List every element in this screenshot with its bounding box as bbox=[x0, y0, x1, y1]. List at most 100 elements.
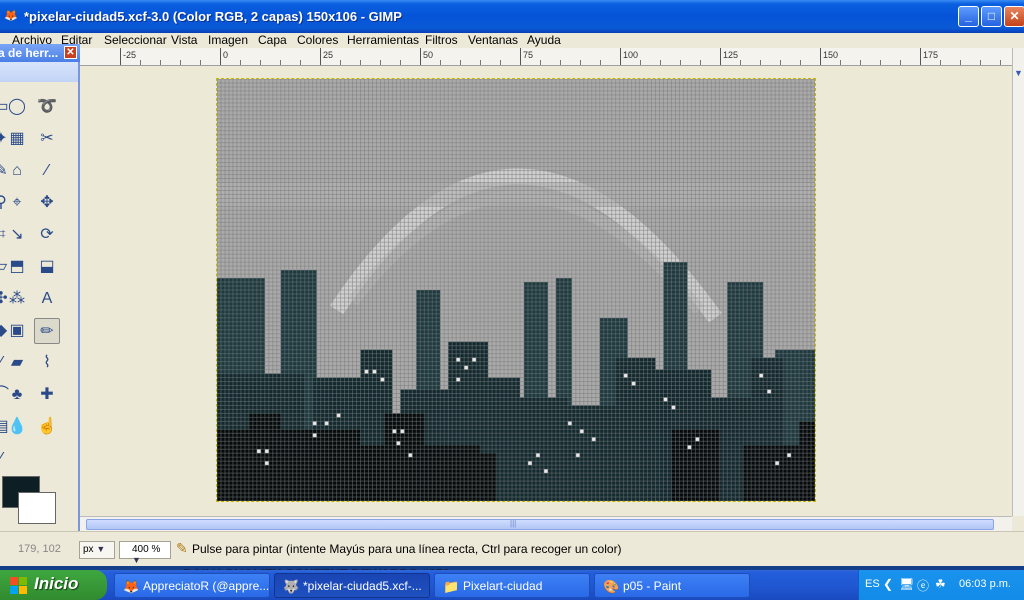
ruler-tick bbox=[920, 48, 921, 65]
toolbox-close-button[interactable]: ✕ bbox=[64, 46, 77, 59]
chevron-down-icon: ▼ bbox=[96, 544, 106, 554]
ruler-subtick bbox=[180, 60, 181, 65]
ruler-subtick bbox=[800, 60, 801, 65]
title-bar: 🦊 *pixelar-ciudad5.xcf-3.0 (Color RGB, 2… bbox=[0, 0, 1024, 33]
maximize-button[interactable]: □ bbox=[981, 6, 1002, 27]
scroll-grip-icon: ||| bbox=[510, 519, 517, 528]
system-tray: ES ❮ 🖥 ⓔ ☘ 06:03 p.m. bbox=[858, 570, 1024, 600]
ruler-subtick bbox=[900, 60, 901, 65]
scissors-icon[interactable]: ✂ bbox=[34, 126, 60, 152]
clone-icon[interactable]: ♣ bbox=[4, 382, 30, 408]
menu-herramientas[interactable]: Herramientas bbox=[347, 33, 419, 47]
ruler-label: 25 bbox=[323, 50, 334, 60]
color-picker-icon[interactable]: ⁄ bbox=[34, 158, 60, 184]
ruler-subtick bbox=[560, 60, 561, 65]
menu-seleccionar[interactable]: Seleccionar bbox=[104, 33, 167, 47]
ruler-subtick bbox=[460, 60, 461, 65]
horizontal-ruler[interactable]: -25 0 25 50 75 100 125 150 175 bbox=[80, 48, 1012, 66]
language-indicator[interactable]: ES bbox=[865, 578, 880, 590]
compass-icon[interactable]: ⌖ bbox=[4, 190, 30, 216]
menu-vista[interactable]: Vista bbox=[171, 33, 197, 47]
ruler-subtick bbox=[680, 60, 681, 65]
pixel-art-canvas[interactable] bbox=[216, 78, 816, 502]
clock: 06:03 p.m. bbox=[959, 578, 1011, 590]
zoom-value: 400 % bbox=[132, 544, 161, 555]
menu-capa[interactable]: Capa bbox=[258, 33, 287, 47]
close-button[interactable]: ✕ bbox=[1004, 6, 1024, 27]
task-firefox[interactable]: 🦊 AppreciatoR (@appre... bbox=[114, 573, 270, 598]
task-gimp[interactable]: 🐺 *pixelar-ciudad5.xcf-... bbox=[274, 573, 430, 598]
scrollbar-thumb[interactable] bbox=[86, 519, 994, 530]
menu-ayuda[interactable]: Ayuda bbox=[527, 33, 561, 47]
ie-icon[interactable]: ⓔ bbox=[917, 577, 929, 594]
zoom-selector[interactable]: 400 % ▼ bbox=[119, 541, 171, 565]
menu-filtros[interactable]: Filtros bbox=[425, 33, 458, 47]
ruler-label: 175 bbox=[923, 50, 939, 60]
color-select-icon[interactable]: ▦ bbox=[4, 126, 30, 152]
ruler-subtick bbox=[540, 60, 541, 65]
window-title: *pixelar-ciudad5.xcf-3.0 (Color RGB, 2 c… bbox=[24, 9, 402, 24]
minimize-button[interactable]: _ bbox=[958, 6, 979, 27]
gimp-app-icon[interactable]: 🦊 bbox=[4, 9, 20, 25]
ruler-label: 150 bbox=[823, 50, 839, 60]
vertical-scrollbar[interactable]: ▼ bbox=[1012, 48, 1024, 516]
ruler-label: 75 bbox=[523, 50, 534, 60]
ruler-tick bbox=[620, 48, 621, 65]
lasso-icon[interactable]: ➰ bbox=[34, 94, 60, 120]
blur-icon[interactable]: 💧 bbox=[4, 414, 30, 440]
background-color-swatch[interactable] bbox=[18, 492, 56, 524]
ruler-subtick bbox=[300, 60, 301, 65]
ruler-subtick bbox=[760, 60, 761, 65]
ruler-label: 50 bbox=[423, 50, 434, 60]
task-paint[interactable]: 🎨 p05 - Paint bbox=[594, 573, 750, 598]
ruler-subtick bbox=[400, 60, 401, 65]
ruler-tick bbox=[320, 48, 321, 65]
pointer-coordinates: 179, 102 bbox=[18, 543, 61, 555]
ruler-subtick bbox=[940, 60, 941, 65]
heal-icon[interactable]: ✚ bbox=[34, 382, 60, 408]
menu-ventanas[interactable]: Ventanas bbox=[468, 33, 518, 47]
task-label: p05 - Paint bbox=[623, 579, 682, 593]
ellipse-select-icon[interactable]: ◯ bbox=[4, 94, 30, 120]
pencil-icon[interactable]: ✏ bbox=[34, 318, 60, 344]
ruler-subtick bbox=[960, 60, 961, 65]
eraser-icon[interactable]: ▰ bbox=[4, 350, 30, 376]
scroll-down-icon[interactable]: ▼ bbox=[1014, 68, 1023, 78]
canvas-area[interactable] bbox=[80, 66, 1012, 516]
scale-icon[interactable]: ↘ bbox=[4, 222, 30, 248]
task-folder[interactable]: 📁 Pixelart-ciudad bbox=[434, 573, 590, 598]
menu-bar: Archivo Editar Seleccionar Vista Imagen … bbox=[0, 33, 1024, 48]
rotate-icon[interactable]: ⟳ bbox=[34, 222, 60, 248]
move-icon[interactable]: ✥ bbox=[34, 190, 60, 216]
smudge-icon[interactable]: ☝ bbox=[34, 414, 60, 440]
measure-icon[interactable]: ⌂ bbox=[4, 158, 30, 184]
unit-selector[interactable]: px ▼ bbox=[79, 541, 115, 559]
ruler-subtick bbox=[780, 60, 781, 65]
toolbox-header[interactable]: a de herr... ✕ bbox=[0, 44, 80, 62]
start-button[interactable]: Inicio bbox=[0, 570, 107, 600]
blend-icon[interactable]: ▣ bbox=[4, 318, 30, 344]
horizontal-scrollbar[interactable]: ||| bbox=[80, 516, 1012, 531]
ruler-subtick bbox=[840, 60, 841, 65]
node-icon[interactable]: ⁂ bbox=[4, 286, 30, 312]
menu-colores[interactable]: Colores bbox=[297, 33, 338, 47]
ruler-subtick bbox=[740, 60, 741, 65]
toolbox-title: a de herr... bbox=[0, 46, 59, 60]
airbrush-icon[interactable]: ⌇ bbox=[34, 350, 60, 376]
text-icon[interactable]: A bbox=[34, 286, 60, 312]
menu-imagen[interactable]: Imagen bbox=[208, 33, 248, 47]
paint-icon: 🎨 bbox=[603, 579, 620, 594]
perspective-icon[interactable]: ⬒ bbox=[4, 254, 30, 280]
ruler-tick bbox=[120, 48, 121, 65]
ruler-subtick bbox=[600, 60, 601, 65]
dodge-icon[interactable]: ∕ bbox=[0, 446, 14, 472]
tray-arrow-icon[interactable]: ❮ bbox=[883, 577, 893, 591]
ruler-subtick bbox=[860, 60, 861, 65]
ruler-subtick bbox=[980, 60, 981, 65]
antivirus-icon[interactable]: ☘ bbox=[935, 577, 946, 591]
ruler-subtick bbox=[200, 60, 201, 65]
ruler-label: 0 bbox=[223, 50, 229, 60]
flip-icon[interactable]: ⬓ bbox=[34, 254, 60, 280]
ruler-tick bbox=[420, 48, 421, 65]
network-icon[interactable]: 🖥 bbox=[899, 577, 914, 591]
